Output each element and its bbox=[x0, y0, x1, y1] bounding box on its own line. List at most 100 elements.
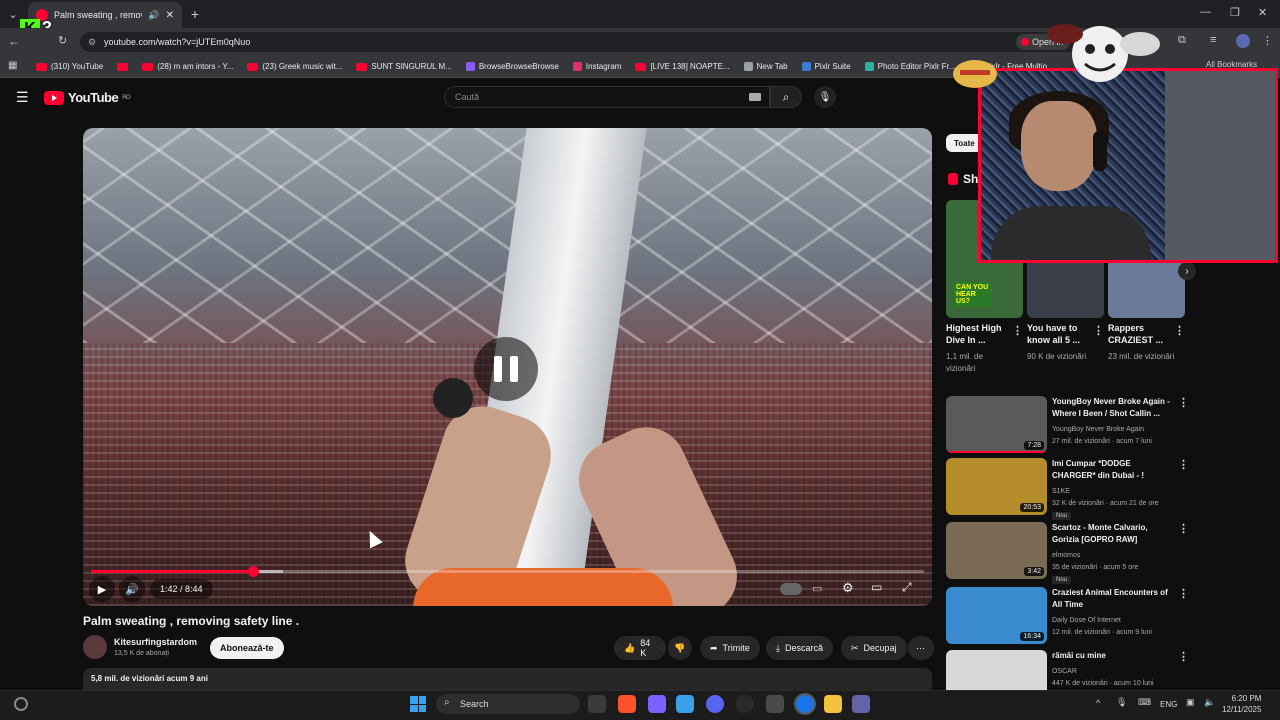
microsoft-365-icon[interactable] bbox=[676, 695, 694, 713]
recommended-thumbnail[interactable]: 16:34 bbox=[946, 587, 1047, 644]
video-progress-bar[interactable] bbox=[91, 566, 924, 577]
close-window-icon[interactable]: ✕ bbox=[1258, 6, 1267, 19]
minimize-window-icon[interactable]: — bbox=[1200, 6, 1211, 18]
search-input[interactable]: Caută bbox=[444, 86, 770, 108]
bookmark-item[interactable]: [LIVE 138] NOAPTE... bbox=[635, 62, 730, 71]
share-button[interactable]: ➦ Trimite bbox=[700, 636, 760, 660]
settings-gear-icon[interactable]: ⚙ bbox=[842, 580, 854, 596]
subscribe-button[interactable]: Abonează-te bbox=[210, 637, 284, 659]
obs-icon[interactable] bbox=[736, 695, 754, 713]
back-arrow-icon[interactable]: ← bbox=[8, 34, 20, 48]
apps-grid-icon[interactable]: ▦ bbox=[8, 60, 17, 71]
recommended-channel[interactable]: YoungBoy Never Broke Again bbox=[1052, 426, 1144, 433]
recommended-video[interactable]: 16:34 Craziest Animal Encounters of All T… bbox=[946, 587, 1189, 645]
recommended-title[interactable]: Craziest Animal Encounters of All Time bbox=[1052, 587, 1170, 611]
bookmark-item[interactable]: Instagram bbox=[572, 62, 621, 71]
short-more-dots-icon[interactable]: ⋮ bbox=[1093, 324, 1104, 337]
media-controls-icon[interactable]: ≡ bbox=[1210, 34, 1216, 46]
youtube-logo[interactable]: YouTube RO bbox=[44, 90, 131, 105]
recommended-more-dots-icon[interactable]: ⋮ bbox=[1178, 587, 1189, 600]
address-bar[interactable]: ⚙ youtube.com/watch?v=jUTEm0qNuo bbox=[80, 32, 1080, 52]
voice-search-button[interactable]: 🎙 bbox=[814, 86, 836, 108]
bookmark-item[interactable]: (28) m am intors - Y... bbox=[142, 62, 233, 71]
bookmark-item[interactable]: (23) Greek music wit... bbox=[247, 62, 342, 71]
channel-name[interactable]: Kitesurfingstardom bbox=[114, 637, 197, 647]
tab-close-icon[interactable]: ✕ bbox=[166, 10, 174, 21]
theater-mode-icon[interactable]: ▭ bbox=[871, 580, 882, 594]
recommended-more-dots-icon[interactable]: ⋮ bbox=[1178, 458, 1189, 471]
download-button[interactable]: ⤓ Descarcă bbox=[766, 636, 833, 660]
fullscreen-icon[interactable]: ⤢ bbox=[902, 580, 912, 595]
more-actions-button[interactable]: ⋯ bbox=[908, 636, 934, 660]
recommended-title[interactable]: YoungBoy Never Broke Again - Where I Bee… bbox=[1052, 396, 1170, 420]
dislike-button[interactable]: 👎 bbox=[668, 636, 692, 660]
volume-button[interactable]: 🔊 bbox=[119, 576, 145, 602]
shorts-next-chevron-icon[interactable]: › bbox=[1178, 262, 1196, 280]
channel-avatar[interactable] bbox=[83, 635, 107, 659]
new-tab-plus-icon[interactable]: + bbox=[186, 5, 204, 23]
recommended-thumbnail[interactable]: 7:28 bbox=[946, 396, 1047, 453]
recommended-video[interactable]: 3:42 Scartoz - Monte Calvario, Gorizia [G… bbox=[946, 522, 1189, 584]
file-explorer-icon[interactable] bbox=[824, 695, 842, 713]
search-button[interactable]: ⌕ bbox=[770, 86, 802, 108]
maximize-window-icon[interactable]: ❐ bbox=[1230, 6, 1240, 19]
recommended-channel[interactable]: elmomos bbox=[1052, 552, 1080, 559]
keyboard-icon[interactable] bbox=[749, 93, 761, 101]
windows-start-icon[interactable] bbox=[410, 696, 426, 712]
taskbar-search[interactable]: ⌕ Search bbox=[436, 694, 580, 714]
bookmark-item[interactable]: Photo Editor Pixlr Fr... bbox=[864, 62, 955, 71]
recommended-video[interactable]: 7:28 YoungBoy Never Broke Again - Where I… bbox=[946, 396, 1189, 454]
recommended-channel[interactable]: S1KE bbox=[1052, 488, 1070, 495]
recommended-title[interactable]: Imi Cumpar *DODGE CHARGER* din Dubai - ! bbox=[1052, 458, 1170, 482]
hamburger-menu-icon[interactable]: ☰ bbox=[16, 89, 29, 106]
play-button[interactable]: ▶ bbox=[89, 576, 115, 602]
short-title[interactable]: You have to know all 5 ... bbox=[1027, 322, 1095, 346]
recommended-title[interactable]: rămâi cu mine bbox=[1052, 650, 1170, 662]
clip-button[interactable]: ✂ Decupaj bbox=[841, 636, 907, 660]
recommended-title[interactable]: Scartoz - Monte Calvario, Gorizia [GOPRO… bbox=[1052, 522, 1170, 546]
recommended-more-dots-icon[interactable]: ⋮ bbox=[1178, 522, 1189, 535]
tab-audio-icon[interactable]: 🔊 bbox=[148, 10, 159, 21]
short-title[interactable]: Highest High Dive In ... bbox=[946, 322, 1014, 346]
short-title[interactable]: Rappers CRAZIEST ... bbox=[1108, 322, 1176, 346]
task-view-icon[interactable] bbox=[588, 695, 606, 713]
network-icon[interactable]: ▣ bbox=[1186, 697, 1195, 708]
reload-icon[interactable]: ↻ bbox=[58, 34, 67, 47]
teams-icon[interactable] bbox=[852, 695, 870, 713]
recommended-thumbnail[interactable]: 20:53 bbox=[946, 458, 1047, 515]
recommended-more-dots-icon[interactable]: ⋮ bbox=[1178, 396, 1189, 409]
autoplay-toggle[interactable] bbox=[780, 583, 802, 595]
description-box[interactable]: 5,8 mil. de vizionări acum 9 ani bbox=[83, 668, 932, 690]
recommended-thumbnail[interactable]: 3:42 bbox=[946, 522, 1047, 579]
bookmark-item[interactable]: BrowseBrowseBrowse bbox=[465, 62, 559, 71]
copilot-icon[interactable] bbox=[648, 695, 666, 713]
profile-avatar[interactable] bbox=[1236, 34, 1250, 48]
calculator-icon[interactable] bbox=[766, 695, 784, 713]
bookmark-item[interactable]: New Tab bbox=[743, 62, 788, 71]
widgets-icon[interactable] bbox=[14, 697, 28, 711]
pause-overlay-button[interactable] bbox=[474, 337, 538, 401]
recommended-more-dots-icon[interactable]: ⋮ bbox=[1178, 650, 1189, 663]
recommended-channel[interactable]: Daily Dose Of Internet bbox=[1052, 617, 1121, 624]
short-more-dots-icon[interactable]: ⋮ bbox=[1012, 324, 1023, 337]
short-more-dots-icon[interactable]: ⋮ bbox=[1174, 324, 1185, 337]
site-info-icon[interactable]: ⚙ bbox=[88, 37, 96, 48]
chrome-icon[interactable] bbox=[796, 695, 814, 713]
volume-tray-icon[interactable]: 🔈 bbox=[1204, 697, 1215, 708]
bookmark-item[interactable] bbox=[117, 62, 129, 71]
brave-browser-icon[interactable] bbox=[618, 695, 636, 713]
bookmark-item[interactable]: SUNT SINGURUL M... bbox=[356, 62, 452, 71]
bookmark-item[interactable]: Pixlr Suite bbox=[801, 62, 851, 71]
input-language[interactable]: ENG bbox=[1160, 700, 1177, 709]
recommended-channel[interactable]: OSCAR bbox=[1052, 668, 1077, 675]
captions-icon[interactable]: ▭ bbox=[812, 582, 822, 595]
recommended-video[interactable]: 20:53 Imi Cumpar *DODGE CHARGER* din Duba… bbox=[946, 458, 1189, 520]
system-clock[interactable]: 6:20 PM 12/11/2025 bbox=[1222, 693, 1261, 715]
bookmark-item[interactable]: (310) YouTube bbox=[36, 62, 103, 71]
tray-mic-icon[interactable]: 🎙 bbox=[1116, 697, 1127, 708]
tray-keyboard-icon[interactable]: ⌨ bbox=[1138, 697, 1151, 708]
browser-menu-icon[interactable]: ⋮ bbox=[1262, 34, 1273, 47]
discord-icon[interactable] bbox=[706, 695, 724, 713]
like-button[interactable]: 👍 84 K bbox=[614, 636, 666, 660]
tray-chevron-icon[interactable]: ^ bbox=[1096, 698, 1100, 708]
